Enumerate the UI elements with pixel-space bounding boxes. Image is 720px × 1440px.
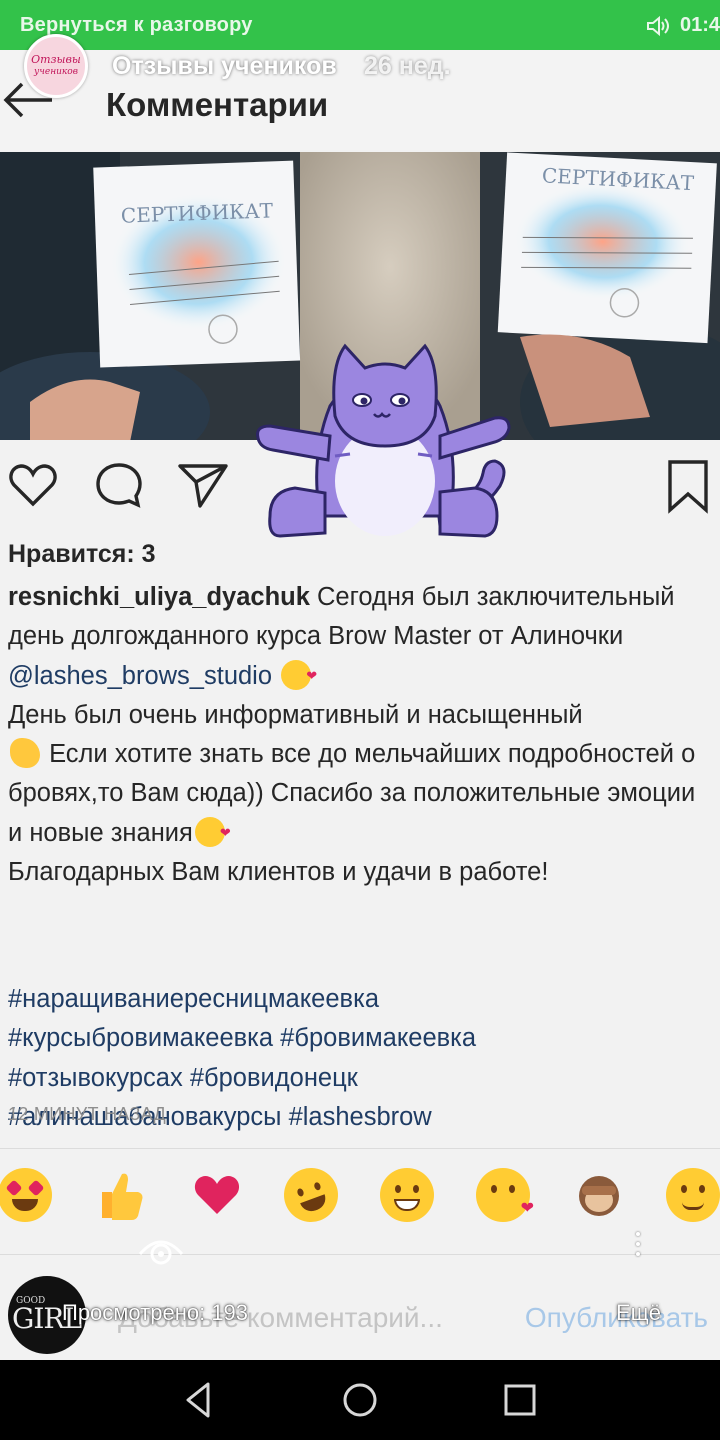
mention-link[interactable]: @lashes_brows_studio: [8, 662, 272, 690]
comments-header: Комментарии: [0, 50, 720, 150]
swipe-up-icon[interactable]: [134, 1224, 188, 1268]
like-heart-icon[interactable]: [6, 458, 60, 512]
call-timer: 01:4: [679, 14, 720, 36]
post-author-username[interactable]: resnichki_uliya_dyachuk: [8, 583, 310, 611]
hashtag-link[interactable]: #наращиваниересницмакеевка: [8, 985, 379, 1013]
hashtag-link[interactable]: #бровидонецк: [190, 1064, 358, 1092]
nav-home-icon[interactable]: [340, 1380, 380, 1420]
post-caption: resnichki_uliya_dyachuk Сегодня был закл…: [8, 578, 712, 892]
story-screen: Комментарии Отзывы учеников Отзывы учени…: [0, 34, 720, 1360]
comment-bubble-icon[interactable]: [92, 458, 146, 512]
nav-recents-icon[interactable]: [500, 1380, 540, 1420]
hashtag-link[interactable]: #бровимакеевка: [280, 1024, 476, 1052]
hashtag-link[interactable]: #отзывокурсах: [8, 1064, 183, 1092]
story-author-name[interactable]: Отзывы учеников: [112, 52, 337, 81]
cat-sticker: [256, 343, 511, 538]
status-area: 01:4: [646, 14, 720, 37]
heart-eyes-emoji-icon[interactable]: [0, 1168, 52, 1222]
see-no-evil-monkey-emoji-icon[interactable]: [572, 1168, 626, 1222]
thumbs-up-emoji-icon[interactable]: [92, 1168, 146, 1222]
laughing-emoji-icon[interactable]: [276, 1160, 346, 1230]
likes-count[interactable]: Нравится: 3: [8, 540, 156, 569]
story-avatar[interactable]: Отзывы учеников: [24, 34, 88, 98]
face-blowing-kiss-emoji-icon[interactable]: ❤: [476, 1168, 534, 1222]
caption-text-4: Благодарных Вам клиентов и удачи в работ…: [8, 858, 549, 887]
story-age: 26 нед.: [364, 52, 451, 80]
more-options-icon[interactable]: [634, 1232, 642, 1262]
grinning-emoji-icon[interactable]: [380, 1168, 434, 1222]
volume-icon: [646, 15, 669, 36]
divider: [0, 1254, 720, 1255]
kiss-emoji-icon: [194, 813, 231, 852]
smiling-emoji-icon[interactable]: [666, 1168, 720, 1222]
kiss-emoji-icon: [281, 656, 317, 695]
more-button[interactable]: Ещё: [616, 1300, 661, 1326]
hashtag-link[interactable]: #курсыбровимакеевка: [8, 1024, 273, 1052]
bookmark-save-icon[interactable]: [664, 458, 712, 514]
comment-input-row: GOOD GIRL Добавьте комментарий... Опубли…: [0, 1260, 720, 1360]
page-title: Комментарии: [106, 86, 329, 123]
caption-text-3: Если хотите знать все до мельчайших подр…: [8, 740, 696, 847]
system-navigation-bar: [0, 1360, 720, 1440]
caption-text-2: День был очень информативный и насыщенны…: [8, 700, 583, 729]
hashtag-link[interactable]: #lashesbrow: [289, 1103, 432, 1131]
share-send-icon[interactable]: [176, 458, 230, 512]
post-timestamp: 12 МИНУТ НАЗАД: [8, 1104, 167, 1124]
red-heart-emoji-icon[interactable]: [190, 1168, 244, 1222]
divider: [0, 1148, 720, 1149]
quick-reactions-bar: ❤: [0, 1160, 720, 1234]
flexed-biceps-emoji-icon: [10, 738, 40, 769]
nav-back-icon[interactable]: [180, 1380, 220, 1420]
return-to-call-bar[interactable]: Вернуться к разговору 01:4: [0, 0, 720, 50]
story-views-count[interactable]: Просмотрено: 193: [62, 1300, 248, 1326]
story-avatar-line1: Отзывы: [31, 53, 81, 66]
story-avatar-line2: учеников: [34, 67, 78, 77]
